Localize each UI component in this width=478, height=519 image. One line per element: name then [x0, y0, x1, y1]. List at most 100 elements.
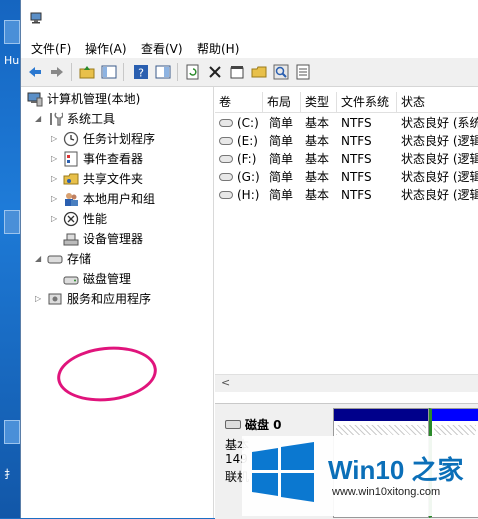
menu-file[interactable]: 文件(F): [31, 40, 71, 57]
tree-item-task-scheduler[interactable]: ▷ 任务计划程序: [51, 129, 213, 149]
menu-action[interactable]: 操作(A): [85, 40, 127, 57]
tree-item-performance[interactable]: ▷ 性能: [51, 209, 213, 229]
volume-filesystem: NTFS: [341, 152, 372, 166]
watermark: Win10 之家 www.win10xitong.com: [242, 436, 478, 516]
tree-item-device-manager[interactable]: 设备管理器: [63, 229, 213, 249]
help-icon[interactable]: ?: [133, 64, 149, 80]
column-header-status[interactable]: 状态: [397, 92, 478, 112]
expand-arrow-icon[interactable]: ▷: [51, 135, 59, 143]
forward-icon[interactable]: [49, 64, 65, 80]
performance-icon: [63, 211, 79, 227]
collapse-arrow-icon[interactable]: ◢: [35, 255, 43, 263]
windows-logo-icon: [252, 442, 314, 502]
tree-item-system-tools[interactable]: ◢ 系统工具: [35, 109, 213, 129]
toolbar-separator: [123, 63, 124, 81]
disk-name: 磁盘 0: [245, 418, 282, 432]
volume-status: 状态良好 (逻辑: [401, 188, 478, 202]
partition-bar: [334, 409, 428, 421]
volume-name: (F:): [237, 152, 257, 166]
toolbar: ?: [21, 58, 478, 87]
back-icon[interactable]: [27, 64, 43, 80]
column-header-type[interactable]: 类型: [301, 92, 337, 112]
tree-item-shared-folders[interactable]: ▷ 共享文件夹: [51, 169, 213, 189]
collapse-arrow-icon[interactable]: ◢: [35, 115, 43, 123]
volume-filesystem: NTFS: [341, 170, 372, 184]
scroll-left-arrow-icon[interactable]: <: [221, 376, 230, 389]
tree-item-disk-management[interactable]: 磁盘管理: [63, 269, 213, 289]
column-header-volume[interactable]: 卷: [215, 92, 263, 112]
tree-item-label: 服务和应用程序: [67, 292, 152, 306]
open-folder-icon[interactable]: [251, 64, 267, 80]
volume-layout: 简单: [269, 116, 294, 130]
volume-layout: 简单: [269, 188, 294, 202]
volume-filesystem: NTFS: [341, 116, 372, 130]
desktop-icon[interactable]: [4, 210, 20, 234]
volume-name: (E:): [237, 134, 258, 148]
expand-arrow-icon[interactable]: ▷: [51, 175, 59, 183]
show-hide-tree-icon[interactable]: [101, 64, 117, 80]
properties-icon[interactable]: [229, 64, 245, 80]
volume-icon: [219, 155, 233, 163]
computer-management-icon: [30, 12, 42, 24]
tree-item-label: 事件查看器: [83, 152, 144, 166]
tree-item-label: 系统工具: [67, 112, 116, 126]
tree-item-local-users[interactable]: ▷ 本地用户和组: [51, 189, 213, 209]
tree-item-computer-management[interactable]: 计算机管理(本地): [27, 89, 213, 109]
disk-management-icon: [63, 276, 79, 285]
svg-text:?: ?: [138, 67, 144, 80]
expand-arrow-icon[interactable]: ▷: [51, 195, 59, 203]
volume-name: (C:): [237, 116, 259, 130]
delete-icon[interactable]: [207, 64, 223, 80]
tree-item-label: 任务计划程序: [83, 132, 156, 146]
settings-list-icon[interactable]: [295, 64, 311, 80]
tree-item-label: 共享文件夹: [83, 172, 144, 186]
title-bar[interactable]: [21, 0, 478, 36]
column-header-layout[interactable]: 布局: [263, 92, 301, 112]
users-icon: [65, 193, 78, 206]
storage-icon: [47, 255, 63, 264]
expand-arrow-icon[interactable]: ▷: [51, 215, 59, 223]
menu-help[interactable]: 帮助(H): [197, 40, 239, 57]
tree-item-event-viewer[interactable]: ▷ 事件查看器: [51, 149, 213, 169]
watermark-url: www.win10xitong.com: [332, 486, 441, 498]
partition-hatch: [336, 425, 426, 435]
table-row[interactable]: (H:) 简单 基本 NTFS 状态良好 (逻辑: [215, 186, 478, 204]
tree-item-label: 本地用户和组: [83, 192, 156, 206]
refresh-icon[interactable]: [185, 64, 201, 80]
desktop-icon[interactable]: [4, 420, 20, 444]
partition-hatch: [434, 425, 476, 435]
tree-item-services-apps[interactable]: ▷ 服务和应用程序: [35, 289, 213, 309]
tree-item-storage[interactable]: ◢ 存储: [35, 249, 213, 269]
table-row[interactable]: (F:) 简单 基本 NTFS 状态良好 (逻辑: [215, 150, 478, 168]
find-icon[interactable]: [273, 64, 289, 80]
volume-type: 基本: [305, 134, 330, 148]
volume-type: 基本: [305, 116, 330, 130]
column-header-filesystem[interactable]: 文件系统: [337, 92, 397, 112]
volume-type: 基本: [305, 188, 330, 202]
volume-name: (G:): [237, 170, 260, 184]
tools-icon: [50, 112, 63, 126]
menu-view[interactable]: 查看(V): [141, 40, 183, 57]
table-row[interactable]: (G:) 简单 基本 NTFS 状态良好 (逻辑: [215, 168, 478, 186]
up-folder-icon[interactable]: [79, 64, 95, 80]
expand-arrow-icon[interactable]: ▷: [51, 155, 59, 163]
volume-type: 基本: [305, 170, 330, 184]
table-row[interactable]: (E:) 简单 基本 NTFS 状态良好 (逻辑: [215, 132, 478, 150]
desktop-icon[interactable]: [4, 20, 20, 44]
tree-item-label: 计算机管理(本地): [47, 92, 141, 106]
partition-bar: [432, 409, 478, 421]
toolbar-separator: [71, 63, 72, 81]
volume-icon: [219, 173, 233, 181]
volume-icon: [219, 137, 233, 145]
desktop-icon-label: 扌: [4, 468, 15, 481]
horizontal-scrollbar[interactable]: <: [215, 374, 478, 392]
properties-pane-icon[interactable]: [155, 64, 171, 80]
expand-arrow-icon[interactable]: ▷: [35, 295, 43, 303]
computer-management-icon: [27, 92, 43, 107]
volume-status: 状态良好 (系统: [401, 116, 478, 130]
volume-layout: 简单: [269, 134, 294, 148]
table-row[interactable]: (C:) 简单 基本 NTFS 状态良好 (系统: [215, 114, 478, 132]
tree-item-label: 存储: [67, 252, 92, 266]
volume-status: 状态良好 (逻辑: [401, 170, 478, 184]
volume-status: 状态良好 (逻辑: [401, 134, 478, 148]
